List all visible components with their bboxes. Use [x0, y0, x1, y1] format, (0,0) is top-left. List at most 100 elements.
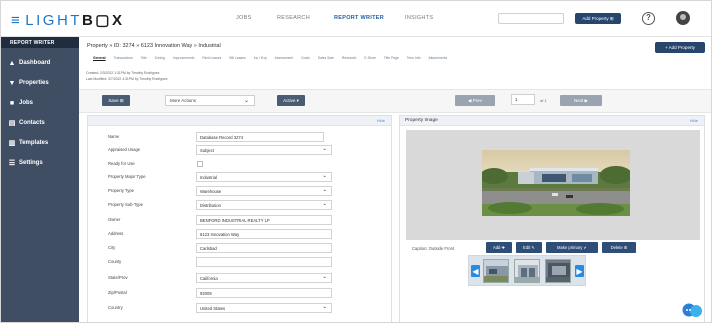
- logo-bars-icon: ≡: [11, 12, 23, 29]
- property-major-type-select[interactable]: Industrial ⌄: [196, 172, 332, 182]
- sidebar-item-jobs[interactable]: ■ Jobs: [1, 93, 79, 113]
- form-row-owner: Owner BENFORD INDUSTRIAL REALTY LP: [88, 214, 393, 227]
- document-icon: ▥: [8, 139, 16, 147]
- app-window: ≡ LIGHTB▢X JOBS RESEARCH REPORT WRITER IN…: [0, 0, 712, 323]
- form-row-county: County: [88, 256, 393, 269]
- tab-site[interactable]: Site: [141, 56, 147, 60]
- chevron-down-icon: ⌄: [243, 98, 249, 104]
- user-avatar[interactable]: [676, 11, 690, 25]
- help-icon[interactable]: ?: [642, 12, 655, 25]
- general-form-panel: Hide Name Database Record 3274 Appraised…: [87, 115, 393, 322]
- form-panel-header: Hide: [88, 116, 391, 126]
- property-type-select[interactable]: Warehouse ⌄: [196, 186, 332, 196]
- main-content: Property » ID: 3274 » 6123 Innovation Wa…: [79, 37, 711, 322]
- property-sub-type-select[interactable]: Distribution ⌄: [196, 200, 332, 210]
- tab-title-page[interactable]: Title Page: [384, 56, 399, 60]
- edit-image-button[interactable]: Edit ✎: [516, 242, 542, 253]
- tab-bill-leases[interactable]: Bill Leases: [229, 56, 245, 60]
- form-row-property-type: Property Type Warehouse ⌄: [88, 185, 393, 198]
- property-tabs: General Transactions Site Zoning Improve…: [93, 56, 454, 60]
- sidebar-item-settings[interactable]: ☰ Settings: [1, 153, 79, 173]
- ready-for-use-checkbox[interactable]: [197, 161, 203, 167]
- appraised-usage-select[interactable]: Subject ⌄: [196, 145, 332, 155]
- chevron-left-icon: ◀: [472, 266, 479, 276]
- contact-card-icon: ▤: [8, 119, 16, 127]
- form-row-state: State/Prov California ⌄: [88, 272, 393, 285]
- active-status-button[interactable]: Active ▾: [277, 95, 305, 106]
- image-panel-header: Property Image Hide: [400, 116, 704, 126]
- global-search-input[interactable]: [498, 13, 564, 24]
- lightbox-logo[interactable]: ≡ LIGHTB▢X: [11, 11, 125, 29]
- tab-costs[interactable]: Costs: [301, 56, 310, 60]
- tab-research[interactable]: Research: [342, 56, 357, 60]
- property-photo[interactable]: [482, 150, 630, 216]
- tab-rent-leases[interactable]: Rent Leases: [202, 56, 221, 60]
- state-select[interactable]: California ⌄: [196, 273, 332, 283]
- thumbnail-strip: ◀ ▶: [468, 255, 586, 286]
- briefcase-icon: ■: [9, 99, 15, 107]
- tab-assessment[interactable]: Assessment: [275, 56, 293, 60]
- hide-form-link[interactable]: Hide: [377, 118, 385, 123]
- breadcrumb: Property » ID: 3274 » 6123 Innovation Wa…: [87, 43, 221, 49]
- top-add-property-button[interactable]: Add Property ⊞: [575, 13, 621, 24]
- sidebar-item-label: Settings: [19, 160, 43, 166]
- sidebar-item-templates[interactable]: ▥ Templates: [1, 133, 79, 153]
- county-field[interactable]: [196, 257, 332, 267]
- tab-e-store[interactable]: E-Store: [364, 56, 376, 60]
- property-image-panel: Property Image Hide Add ✚ Edit ✎ Make pr…: [399, 115, 705, 322]
- tab-transactions[interactable]: Transactions: [114, 56, 133, 60]
- name-field[interactable]: Database Record 3274: [196, 132, 324, 142]
- sidebar-item-contacts[interactable]: ▤ Contacts: [1, 113, 79, 133]
- hide-image-link[interactable]: Hide: [690, 118, 698, 123]
- image-panel-title: Property Image: [405, 118, 438, 123]
- chevron-down-icon: ⌄: [322, 201, 327, 207]
- tab-sales-sale[interactable]: Sales Sale: [318, 56, 334, 60]
- tab-zoning[interactable]: Zoning: [155, 56, 165, 60]
- owner-field[interactable]: BENFORD INDUSTRIAL REALTY LP: [196, 215, 332, 225]
- support-chat-icon[interactable]: [681, 301, 703, 319]
- sidebar-item-label: Properties: [19, 80, 49, 86]
- page-count: of 1: [540, 98, 547, 103]
- sidebar-item-label: Templates: [19, 140, 49, 146]
- chevron-down-icon: ⌄: [322, 274, 327, 280]
- chevron-down-icon: ⌄: [322, 304, 327, 310]
- address-field[interactable]: 6123 Innovation Way: [196, 229, 332, 239]
- add-image-button[interactable]: Add ✚: [486, 242, 512, 253]
- more-actions-select[interactable]: More Actions ⌄: [165, 95, 255, 106]
- country-select[interactable]: United States ⌄: [196, 303, 332, 313]
- sidebar-item-dashboard[interactable]: ▲ Dashboard: [1, 53, 79, 73]
- thumbnail-3[interactable]: [545, 259, 571, 283]
- form-row-zip: Zip/Postal 92009: [88, 287, 393, 300]
- add-property-button[interactable]: + Add Property: [655, 42, 705, 53]
- thumb-next-button[interactable]: ▶: [575, 265, 584, 277]
- thumbnail-1[interactable]: [483, 259, 509, 283]
- sliders-icon: ☰: [8, 159, 16, 167]
- record-toolbar: Save ⊞ More Actions ⌄ Active ▾ ◀ Prev 1 …: [79, 89, 711, 113]
- page-number-input[interactable]: 1: [511, 94, 535, 105]
- tab-improvements[interactable]: Improvements: [173, 56, 194, 60]
- next-button[interactable]: Next ▶: [560, 95, 602, 106]
- prev-button[interactable]: ◀ Prev: [455, 95, 495, 106]
- make-primary-button[interactable]: Make primary ✔: [546, 242, 598, 253]
- nav-report-writer[interactable]: REPORT WRITER: [334, 15, 384, 21]
- city-field[interactable]: Carlsbad: [196, 243, 332, 253]
- tab-general[interactable]: General: [93, 56, 106, 60]
- thumb-prev-button[interactable]: ◀: [471, 265, 480, 277]
- tab-tens-info[interactable]: Tens Info: [407, 56, 421, 60]
- modified-info: Last Modified: 3/7/2022 4:31PM by Timoth…: [86, 77, 168, 81]
- chevron-down-icon: ⌄: [322, 146, 327, 152]
- sidebar-item-label: Contacts: [19, 120, 45, 126]
- sidebar: REPORT WRITER ▲ Dashboard ▼ Properties ■…: [1, 37, 79, 322]
- chevron-down-icon: ⌄: [322, 173, 327, 179]
- thumbnail-2[interactable]: [514, 259, 540, 283]
- delete-image-button[interactable]: Delete ⊞: [602, 242, 636, 253]
- save-button[interactable]: Save ⊞: [102, 95, 130, 106]
- tab-inc-exp[interactable]: Inc / Exp: [254, 56, 267, 60]
- tab-attachments[interactable]: Attachments: [428, 56, 447, 60]
- nav-insights[interactable]: INSIGHTS: [405, 15, 433, 21]
- nav-jobs[interactable]: JOBS: [236, 15, 252, 21]
- form-row-appraised-usage: Appraised Usage Subject ⌄: [88, 144, 393, 157]
- nav-research[interactable]: RESEARCH: [277, 15, 310, 21]
- zip-field[interactable]: 92009: [196, 288, 332, 298]
- sidebar-item-properties[interactable]: ▼ Properties: [1, 73, 79, 93]
